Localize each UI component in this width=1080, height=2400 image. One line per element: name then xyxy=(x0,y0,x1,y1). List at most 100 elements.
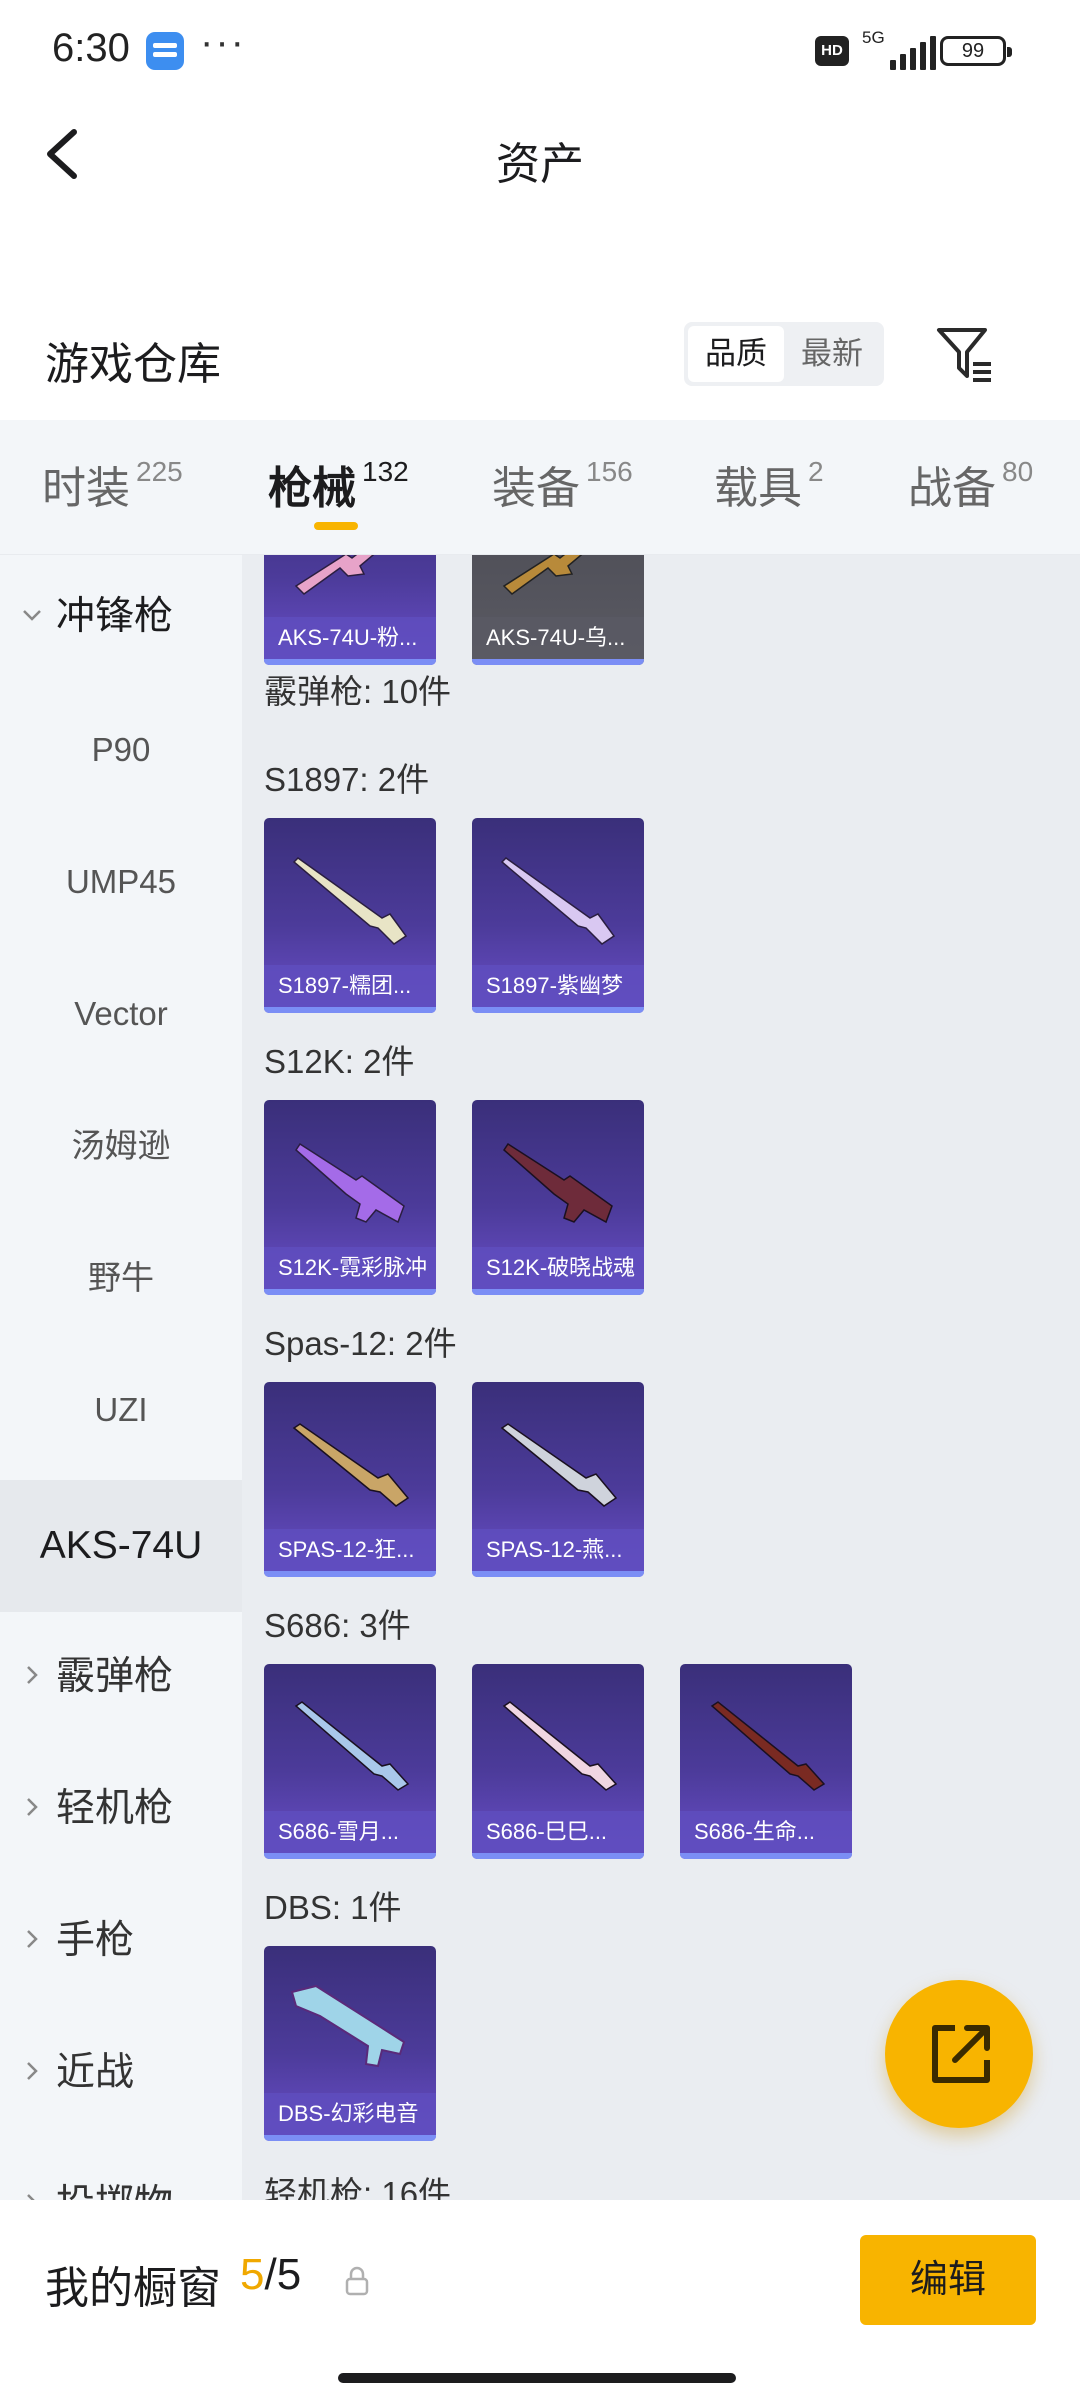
tab-count: 156 xyxy=(586,456,633,487)
tab-equipment[interactable]: 装备 156 xyxy=(492,452,633,532)
showcase-separator: / xyxy=(264,2250,277,2299)
sidebar-group-smg[interactable]: 冲锋枪 xyxy=(0,567,242,667)
sidebar-item-thompson[interactable]: 汤姆逊 xyxy=(0,1096,242,1196)
sidebar-item-bizon[interactable]: 野牛 xyxy=(0,1228,242,1328)
sidebar-item-ump45[interactable]: UMP45 xyxy=(0,832,242,932)
share-external-icon xyxy=(932,2025,990,2083)
item-card[interactable]: S686-雪月... xyxy=(264,1664,436,1859)
sidebar-group-shotgun[interactable]: 霰弹枪 xyxy=(0,1627,242,1727)
sidebar-group-pistol[interactable]: 手枪 xyxy=(0,1891,242,1991)
category-count-title: 霰弹枪: 10件 xyxy=(264,673,452,710)
tab-vehicles[interactable]: 载具 2 xyxy=(714,452,824,532)
showcase-count: 5/5 xyxy=(240,2250,301,2300)
tab-firearms[interactable]: 枪械 132 xyxy=(268,452,409,532)
rarity-bar xyxy=(680,1853,852,1859)
item-card[interactable]: S686-生命... xyxy=(680,1664,852,1859)
rarity-bar xyxy=(472,1289,644,1295)
sidebar-item-uzi[interactable]: UZI xyxy=(0,1360,242,1460)
sidebar-group-lmg[interactable]: 轻机枪 xyxy=(0,1759,242,1859)
chevron-right-icon xyxy=(27,2062,38,2080)
category-tabs: 时装 225 枪械 132 装备 156 载具 2 战备 80 xyxy=(0,420,1080,555)
showcase-bar: 我的橱窗 5/5 编辑 xyxy=(0,2200,1080,2400)
home-indicator[interactable] xyxy=(338,2373,736,2383)
rarity-bar xyxy=(264,1571,436,1577)
item-card[interactable]: DBS-幻彩电音 xyxy=(264,1946,436,2141)
item-card[interactable]: AKS-74U-乌... xyxy=(472,555,644,665)
lock-icon xyxy=(345,2266,369,2296)
item-card[interactable]: S12K-霓彩脉冲 xyxy=(264,1100,436,1295)
sort-by-quality-button[interactable]: 品质 xyxy=(688,326,784,382)
rarity-bar xyxy=(264,1289,436,1295)
gun-skin-icon xyxy=(292,1423,410,1507)
item-name: SPAS-12-狂... xyxy=(264,1529,436,1571)
sidebar-item-p90[interactable]: P90 xyxy=(0,700,242,800)
section-title: S1897: 2件 xyxy=(264,761,430,798)
filter-button[interactable] xyxy=(935,322,995,386)
warehouse-header: 游戏仓库 品质 最新 xyxy=(0,300,1080,410)
rarity-bar xyxy=(472,1571,644,1577)
item-name: S12K-霓彩脉冲 xyxy=(264,1247,436,1289)
weapon-type-sidebar: 冲锋枪 P90 UMP45 Vector 汤姆逊 野牛 UZI AKS-74U … xyxy=(0,555,242,2200)
active-tab-indicator xyxy=(314,522,358,530)
share-button[interactable] xyxy=(885,1980,1033,2128)
item-name: S686-生命... xyxy=(680,1811,852,1853)
item-card[interactable]: SPAS-12-狂... xyxy=(264,1382,436,1577)
tab-label: 战备 xyxy=(908,464,996,513)
filter-icon xyxy=(937,328,991,382)
chevron-down-icon xyxy=(23,610,41,621)
showcase-current: 5 xyxy=(240,2250,265,2299)
sidebar-item-aks74u[interactable]: AKS-74U xyxy=(0,1480,242,1612)
item-card[interactable]: AKS-74U-粉... xyxy=(264,555,436,665)
showcase-total: 5 xyxy=(276,2250,302,2299)
item-name: S1897-紫幽梦 xyxy=(472,965,644,1007)
rarity-bar xyxy=(264,1007,436,1013)
tab-label: 枪械 xyxy=(268,464,356,513)
category-count-title: 轻机枪: 16件 xyxy=(264,2175,452,2200)
tab-tactical[interactable]: 战备 80 xyxy=(908,452,1033,532)
sidebar-group-melee[interactable]: 近战 xyxy=(0,2023,242,2123)
section-title: DBS: 1件 xyxy=(264,1889,402,1926)
gun-skin-icon xyxy=(294,1701,410,1791)
rarity-bar xyxy=(472,1853,644,1859)
tab-count: 80 xyxy=(1002,456,1034,487)
sidebar-group-label: 投掷物 xyxy=(56,2183,173,2200)
item-name: AKS-74U-粉... xyxy=(264,617,436,659)
status-time: 6:30 xyxy=(52,26,130,70)
showcase-label: 我的橱窗 xyxy=(45,2264,221,2313)
page-title: 资产 xyxy=(496,140,584,189)
tab-count: 2 xyxy=(808,456,824,487)
item-name: S686-巳巳... xyxy=(472,1811,644,1853)
sort-by-newest-button[interactable]: 最新 xyxy=(784,326,880,382)
item-name: S1897-糯团... xyxy=(264,965,436,1007)
item-card[interactable]: S1897-紫幽梦 xyxy=(472,818,644,1013)
tab-label: 载具 xyxy=(714,464,802,513)
section-title: Spas-12: 2件 xyxy=(264,1325,457,1362)
section-title: S12K: 2件 xyxy=(264,1043,415,1080)
tab-fashion[interactable]: 时装 225 xyxy=(42,452,183,532)
tab-count: 225 xyxy=(136,456,183,487)
gun-skin-icon xyxy=(294,555,375,595)
item-card[interactable]: SPAS-12-燕... xyxy=(472,1382,644,1577)
item-card[interactable]: S686-巳巳... xyxy=(472,1664,644,1859)
gun-skin-icon xyxy=(710,1701,826,1791)
section-title: S686: 3件 xyxy=(264,1607,411,1644)
sidebar-item-vector[interactable]: Vector xyxy=(0,964,242,1064)
hd-icon: HD xyxy=(815,36,849,66)
gun-skin-icon xyxy=(500,1423,618,1507)
sidebar-group-label: 轻机枪 xyxy=(56,1787,174,1830)
sidebar-group-throwable[interactable]: 投掷物 xyxy=(0,2155,242,2200)
item-card[interactable]: S12K-破晓战魂 xyxy=(472,1100,644,1295)
gun-skin-icon xyxy=(292,857,408,945)
item-name: S12K-破晓战魂 xyxy=(472,1247,644,1289)
sidebar-group-label: 手枪 xyxy=(56,1919,135,1962)
item-card[interactable]: S1897-糯团... xyxy=(264,818,436,1013)
rarity-bar xyxy=(264,1853,436,1859)
tab-label: 装备 xyxy=(492,464,580,513)
item-name: AKS-74U-乌... xyxy=(472,617,644,659)
gun-skin-icon xyxy=(502,1701,618,1791)
edit-button[interactable]: 编辑 xyxy=(860,2235,1036,2325)
gun-skin-icon xyxy=(295,1142,405,1224)
gun-skin-icon xyxy=(290,1984,406,2068)
sidebar-group-label: 霰弹枪 xyxy=(56,1655,174,1698)
app-notification-icon xyxy=(146,32,184,70)
